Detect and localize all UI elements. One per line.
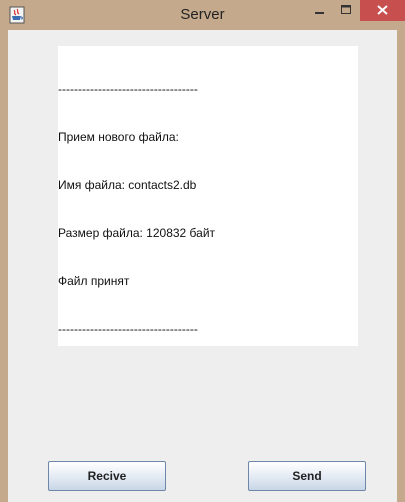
log-line: ----------------------------------- xyxy=(58,322,198,336)
log-line: Размер файла: 120832 байт xyxy=(58,226,216,240)
content-pane: ----------------------------------- Прие… xyxy=(8,30,397,502)
recive-button[interactable]: Recive xyxy=(48,461,166,491)
log-line: ----------------------------------- xyxy=(58,82,198,96)
title-bar[interactable]: Server xyxy=(0,0,405,30)
log-line: Прием нового файла: xyxy=(58,130,179,144)
minimize-icon[interactable] xyxy=(306,0,332,20)
log-line: Имя файла: contacts2.db xyxy=(58,178,197,192)
close-icon[interactable] xyxy=(360,0,405,21)
log-line: Файл принят xyxy=(58,274,130,288)
log-text-area[interactable]: ----------------------------------- Прие… xyxy=(58,46,358,346)
server-window: Server ---------------------------------… xyxy=(0,0,405,502)
send-button[interactable]: Send xyxy=(248,461,366,491)
maximize-icon[interactable] xyxy=(333,0,359,20)
